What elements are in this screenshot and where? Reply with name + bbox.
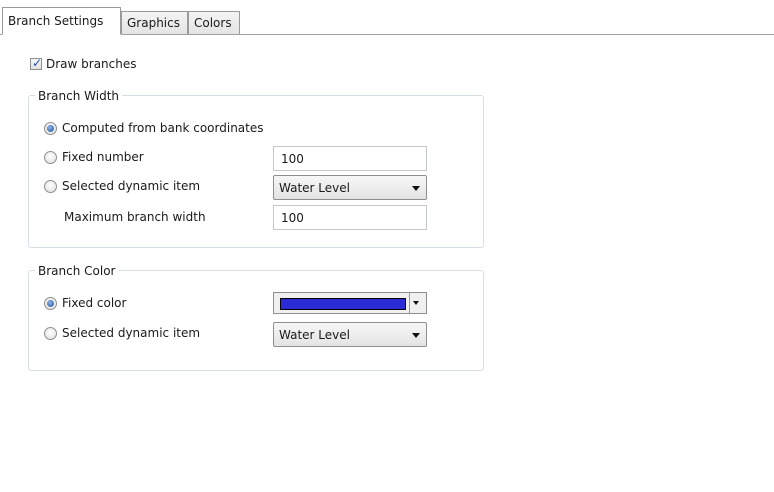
chevron-down-icon — [413, 301, 419, 305]
tab-graphics[interactable]: Graphics — [121, 11, 188, 34]
radio-selected-dynamic-item[interactable] — [44, 180, 57, 193]
selected-dynamic-item-label: Selected dynamic item — [62, 179, 201, 193]
draw-branches-label: Draw branches — [46, 57, 137, 71]
radio-computed-from-bank[interactable] — [44, 122, 57, 135]
width-dynamic-item-value: Water Level — [279, 181, 350, 195]
tab-branch-settings[interactable]: Branch Settings — [2, 7, 121, 35]
max-branch-width-input[interactable]: 100 — [273, 205, 427, 230]
max-branch-width-label: Maximum branch width — [64, 210, 206, 224]
checkmark-icon: ✓ — [32, 56, 43, 70]
radio-fixed-color[interactable] — [44, 297, 57, 310]
fixed-color-picker[interactable] — [273, 292, 427, 314]
draw-branches-checkbox[interactable]: ✓ — [30, 56, 43, 70]
fixed-color-label: Fixed color — [62, 296, 127, 310]
tab-strip: Branch Settings Graphics Colors — [0, 0, 774, 35]
color-picker-divider — [409, 293, 410, 313]
chevron-down-icon — [412, 186, 420, 191]
fixed-number-input[interactable]: 100 — [273, 146, 427, 171]
radio-selected-dot — [47, 300, 54, 307]
color-dynamic-item-dropdown[interactable]: Water Level — [273, 322, 427, 347]
branch-color-title: Branch Color — [35, 264, 119, 278]
branch-color-group — [28, 270, 484, 371]
chevron-down-icon — [412, 333, 420, 338]
width-dynamic-item-dropdown[interactable]: Water Level — [273, 175, 427, 200]
radio-fixed-number[interactable] — [44, 151, 57, 164]
branch-width-title: Branch Width — [35, 89, 123, 103]
color-dynamic-item-label: Selected dynamic item — [62, 326, 201, 340]
fixed-number-label: Fixed number — [62, 150, 144, 164]
radio-selected-dot — [47, 125, 54, 132]
color-swatch — [280, 298, 406, 310]
color-dynamic-item-value: Water Level — [279, 328, 350, 342]
radio-color-dynamic-item[interactable] — [44, 327, 57, 340]
tab-colors[interactable]: Colors — [188, 11, 240, 34]
computed-from-bank-label: Computed from bank coordinates — [62, 121, 264, 135]
